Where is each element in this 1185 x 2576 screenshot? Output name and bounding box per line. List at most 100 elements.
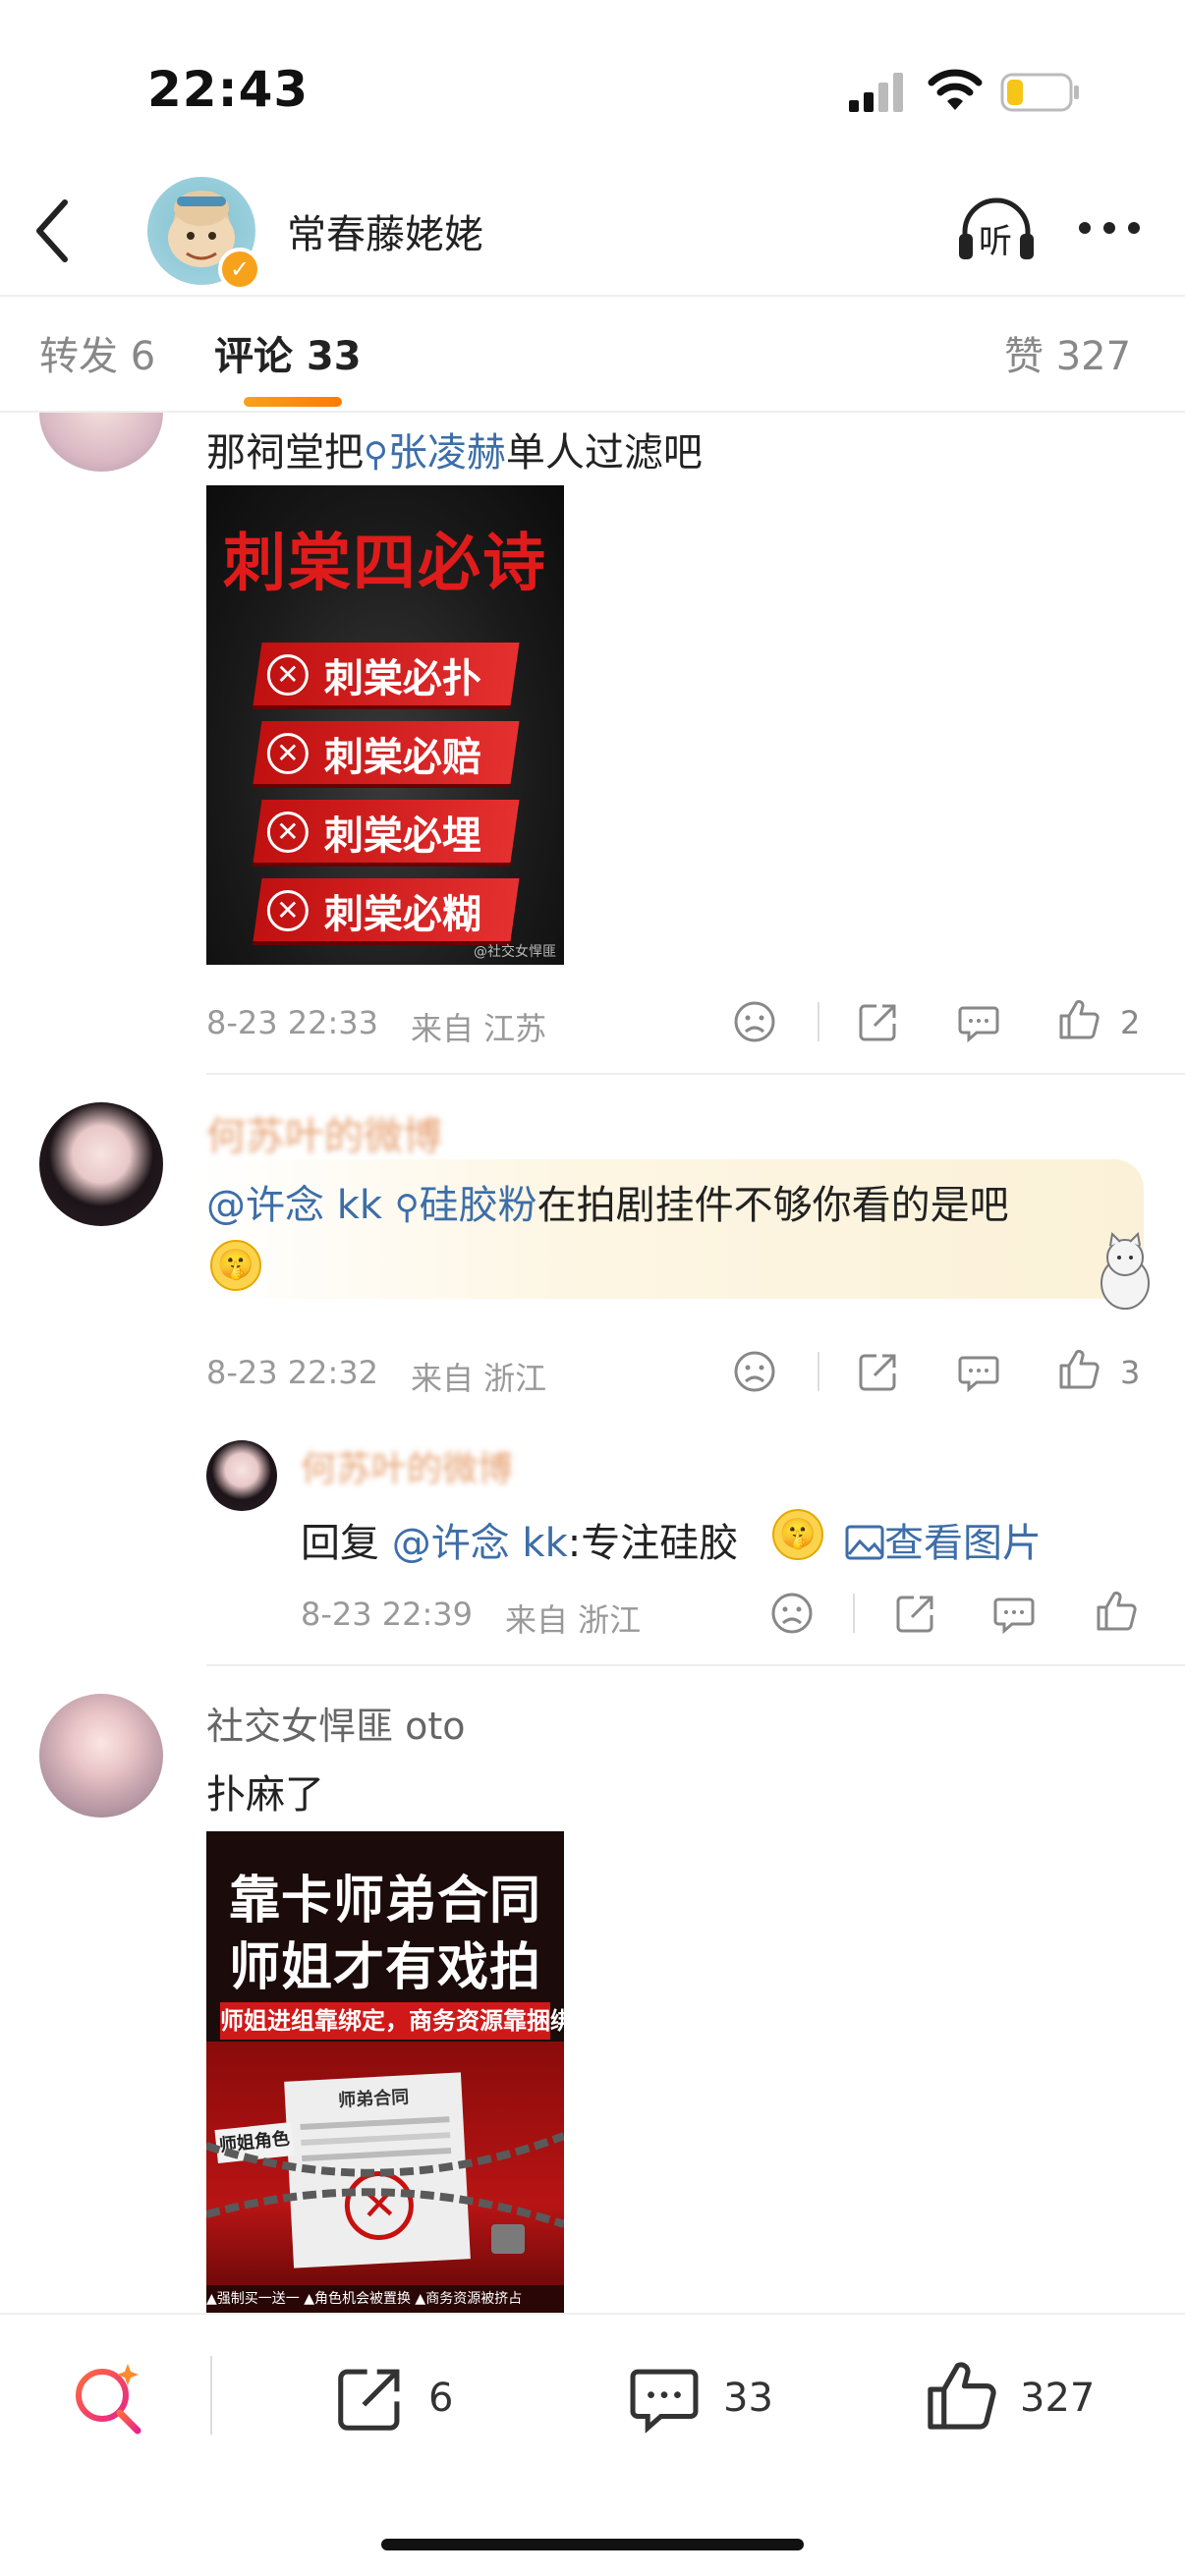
close-circle-icon: ✕ bbox=[266, 812, 309, 853]
like-count: 327 bbox=[1020, 2376, 1096, 2421]
comment-divider bbox=[206, 1664, 1185, 1666]
comment-button[interactable]: 33 bbox=[627, 2362, 794, 2435]
share-icon[interactable] bbox=[857, 1000, 900, 1043]
reply-text: 回复 @许念 kk:专注硅胶 bbox=[301, 1511, 738, 1568]
poster-subtitle: 师姐进组靠绑定，商务资源靠捆绑 bbox=[220, 2002, 564, 2040]
search-link-label: 张凌赫 bbox=[387, 430, 506, 476]
listen-label: 听 bbox=[979, 222, 1012, 261]
reply-icon[interactable] bbox=[992, 1592, 1036, 1635]
image-icon bbox=[845, 1525, 884, 1560]
commenter-avatar[interactable] bbox=[39, 1694, 163, 1818]
poster-title: 刺棠四必诗 bbox=[223, 528, 547, 600]
poster-row: ✕ 刺棠必赔 bbox=[253, 721, 520, 784]
comment-text-body: 在拍剧挂件不够你看的是吧 bbox=[536, 1183, 1009, 1228]
close-circle-icon: ✕ bbox=[266, 654, 309, 696]
listen-button[interactable]: 听 bbox=[955, 196, 1038, 265]
reply-body: :专注硅胶 bbox=[567, 1521, 739, 1566]
like-count: 3 bbox=[1120, 1354, 1141, 1391]
poster-row: ✕ 刺棠必糊 bbox=[253, 878, 520, 941]
reply-source: 来自 浙江 bbox=[505, 1601, 642, 1639]
comment-source: 来自 江苏 bbox=[411, 1010, 547, 1047]
search-icon: ⚲ bbox=[364, 435, 388, 475]
comment-text: 扑麻了 bbox=[206, 1772, 324, 1818]
commenter-name[interactable]: 社交女悍匪 oto bbox=[206, 1696, 465, 1750]
poster-row-label: 刺棠必糊 bbox=[323, 892, 481, 937]
wifi-icon bbox=[928, 69, 983, 110]
home-indicator[interactable] bbox=[381, 2539, 804, 2550]
mention-link[interactable]: @许念 kk bbox=[206, 1183, 382, 1228]
comment-text-suffix: 单人过滤吧 bbox=[505, 430, 703, 476]
search-icon: ⚲ bbox=[394, 1188, 420, 1227]
reply-icon[interactable] bbox=[957, 1000, 1000, 1043]
share-icon[interactable] bbox=[857, 1350, 900, 1393]
reply-prefix: 回复 bbox=[301, 1521, 379, 1566]
poster-credit: @社交女悍匪 bbox=[474, 944, 556, 960]
comment-count: 33 bbox=[723, 2376, 773, 2421]
close-circle-icon: ✕ bbox=[266, 890, 309, 931]
poster-row-label: 刺棠必埋 bbox=[323, 813, 481, 859]
comment-text: @许念 kk ⚲硅胶粉在拍剧挂件不够你看的是吧 bbox=[206, 1173, 1009, 1230]
like-count: 2 bbox=[1120, 1004, 1141, 1041]
bottom-bar bbox=[0, 2315, 1185, 2576]
like-icon[interactable] bbox=[1057, 998, 1100, 1041]
search-link[interactable]: ⚲张凌赫 bbox=[364, 430, 506, 476]
repost-button[interactable]: 6 bbox=[334, 2362, 481, 2435]
header-username[interactable]: 常春藤姥姥 bbox=[287, 202, 483, 259]
like-icon bbox=[928, 2362, 996, 2430]
comment-time: 8-23 22:32 bbox=[206, 1354, 379, 1391]
comment-source: 来自 浙江 bbox=[411, 1360, 547, 1397]
poster-row: ✕ 刺棠必埋 bbox=[253, 800, 520, 863]
dislike-icon[interactable] bbox=[770, 1592, 814, 1635]
dislike-icon[interactable] bbox=[733, 1350, 776, 1393]
status-time: 22:43 bbox=[147, 61, 310, 118]
shush-emoji-icon: 🤫 bbox=[210, 1240, 261, 1291]
tab-repost[interactable]: 转发 6 bbox=[39, 324, 155, 381]
like-icon[interactable] bbox=[1057, 1348, 1100, 1391]
comment-icon bbox=[630, 2369, 699, 2434]
repost-count: 6 bbox=[428, 2376, 454, 2421]
poster-row-label: 刺棠必赔 bbox=[323, 735, 481, 780]
cat-sticker-icon bbox=[1100, 1232, 1150, 1310]
like-icon[interactable] bbox=[1095, 1590, 1138, 1633]
comment-text: 那祠堂把⚲张凌赫单人过滤吧 bbox=[206, 420, 703, 477]
comment-time: 8-23 22:33 bbox=[206, 1004, 379, 1041]
chain-icon bbox=[206, 2132, 564, 2254]
cellular-signal-icon bbox=[849, 73, 903, 112]
verified-badge-icon: ✓ bbox=[218, 248, 261, 291]
poster-footer: ▲强制买一送一 ▲角色机会被置换 ▲商务资源被挤占 bbox=[206, 2285, 564, 2313]
comment-image[interactable]: 刺棠四必诗 ✕ 刺棠必扑 ✕ 刺棠必赔 ✕ 刺棠必埋 ✕ 刺棠必糊 @社交女悍匪 bbox=[206, 485, 564, 965]
search-link-label: 硅胶粉 bbox=[419, 1183, 537, 1228]
back-icon[interactable] bbox=[33, 196, 73, 265]
active-tab-indicator bbox=[244, 397, 342, 407]
reply-avatar[interactable] bbox=[206, 1440, 277, 1511]
reply-time: 8-23 22:39 bbox=[301, 1596, 474, 1633]
commenter-name[interactable]: 何苏叶的微博 bbox=[206, 1104, 442, 1161]
shush-emoji-icon: 🤫 bbox=[772, 1509, 823, 1560]
view-image-link[interactable]: 查看图片 bbox=[845, 1511, 1042, 1568]
comment-divider bbox=[206, 1073, 1185, 1075]
poster-title-line2: 师姐才有戏拍 bbox=[228, 1938, 541, 1997]
share-icon[interactable] bbox=[894, 1592, 937, 1635]
dislike-icon[interactable] bbox=[733, 1000, 776, 1043]
action-separator bbox=[853, 1594, 855, 1633]
ai-search-icon[interactable] bbox=[69, 2358, 147, 2436]
bottom-bar-divider bbox=[0, 2313, 1185, 2315]
like-button[interactable]: 327 bbox=[924, 2358, 1120, 2436]
mention-link[interactable]: @许念 kk bbox=[392, 1521, 568, 1566]
tabs-divider bbox=[0, 411, 1185, 413]
action-separator bbox=[818, 1002, 819, 1041]
tab-likes[interactable]: 赞 327 bbox=[1004, 324, 1131, 381]
commenter-avatar[interactable] bbox=[39, 1102, 163, 1226]
comment-image[interactable]: 靠卡师弟合同 师姐才有戏拍 师姐进组靠绑定，商务资源靠捆绑 师弟合同 ✕ 师姐角… bbox=[206, 1831, 564, 2313]
reply-icon[interactable] bbox=[957, 1350, 1000, 1393]
view-image-label: 查看图片 bbox=[884, 1521, 1042, 1566]
more-icon[interactable] bbox=[1075, 218, 1144, 238]
share-icon bbox=[338, 2369, 400, 2431]
close-circle-icon: ✕ bbox=[266, 733, 309, 774]
bottom-separator bbox=[210, 2356, 212, 2435]
search-link[interactable]: ⚲硅胶粉 bbox=[395, 1183, 537, 1228]
poster-row: ✕ 刺棠必扑 bbox=[253, 643, 520, 705]
header-divider bbox=[0, 295, 1185, 297]
tab-comments[interactable]: 评论 33 bbox=[214, 324, 362, 381]
reply-name[interactable]: 何苏叶的微博 bbox=[301, 1440, 513, 1491]
